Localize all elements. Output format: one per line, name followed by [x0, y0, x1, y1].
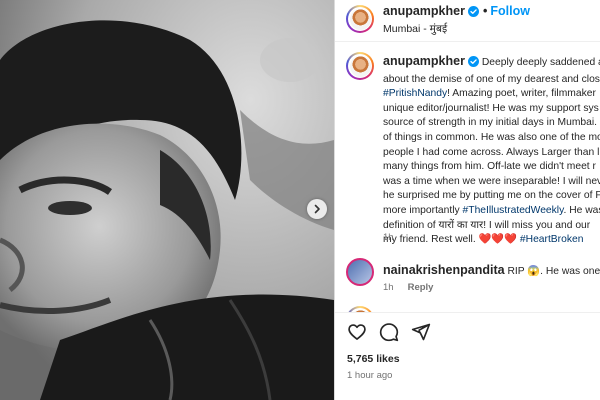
caption-line: he surprised me by putting me on the cov… [383, 190, 600, 202]
post-location[interactable]: Mumbai - मुंबई [383, 22, 447, 36]
caption-line: unique editor/journalist! He was my supp… [383, 102, 599, 114]
caption-line: many things from him. Off-late we didn't… [383, 161, 596, 173]
author-username-row: anupampkher • Follow [383, 4, 530, 20]
like-heart-icon[interactable] [347, 322, 367, 342]
post-sidebar: anupampkher • Follow Mumbai - मुंबई anupam… [334, 0, 600, 400]
black-and-white-portrait-image [0, 0, 334, 400]
caption-username[interactable]: anupampkher [383, 54, 465, 68]
caption-text: my friend. Rest well. [383, 234, 479, 246]
action-icons [347, 322, 431, 342]
caption-line: anupampkher Deeply deeply saddened and s [383, 54, 600, 73]
caption-text: Deeply deeply saddened and s [481, 57, 600, 68]
likes-count[interactable]: 5,765 likes [347, 353, 400, 365]
next-photo-button[interactable] [307, 199, 327, 219]
caption-text: ! Amazing poet, writer, filmmaker [447, 88, 596, 100]
author-username[interactable]: anupampkher [383, 4, 465, 18]
caption-line: people I had come across. Always Larger … [383, 146, 600, 158]
post-caption: anupampkher Deeply deeply saddened and s… [383, 54, 600, 248]
post-header: anupampkher • Follow Mumbai - मुंबई [335, 0, 600, 42]
hashtag-link[interactable]: #TheIllustratedWeekly [463, 205, 564, 216]
follow-button[interactable]: Follow [490, 4, 530, 18]
post-photo [0, 0, 334, 400]
caption-text: . He was [563, 204, 600, 216]
caption-line: my friend. Rest well. ❤️❤️❤️ #HeartBroke… [383, 233, 600, 248]
commenter-avatar[interactable] [346, 258, 374, 286]
caption-line: of things in common. He was also one of … [383, 131, 600, 143]
reply-button[interactable]: Reply [408, 282, 434, 293]
caption-line: about the demise of one of my dearest an… [383, 73, 600, 85]
caption-line: more importantly #TheIllustratedWeekly. … [383, 204, 600, 219]
caption-line: definition of यारों का यार! I will miss … [383, 219, 591, 231]
comment-timestamp[interactable]: 1h [383, 282, 394, 293]
chevron-right-icon [314, 204, 320, 214]
caption-author-avatar[interactable] [346, 52, 374, 80]
hashtag-link[interactable]: #PritishNandy [383, 88, 447, 99]
share-paper-plane-icon[interactable] [411, 322, 431, 342]
post-actions: 5,765 likes 1 hour ago [335, 312, 600, 400]
comment-meta: 1h Reply [383, 282, 433, 293]
caption-text: more importantly [383, 204, 463, 216]
comment-text-row: nainakrishenpandita RIP 😱. He was one of… [383, 263, 600, 277]
verified-badge-icon [467, 56, 479, 73]
commenter-username[interactable]: nainakrishenpandita [383, 263, 505, 277]
post-time[interactable]: 1 hour ago [347, 370, 392, 381]
comment-bubble-icon[interactable] [379, 322, 399, 342]
verified-badge-icon [467, 6, 479, 20]
caption-line: source of strength in my initial days in… [383, 117, 598, 129]
caption-timestamp[interactable]: 1h [383, 232, 394, 243]
comment-text: RIP 😱. He was one of the [507, 266, 600, 277]
separator-dot: • [482, 4, 488, 18]
caption-line: #PritishNandy! Amazing poet, writer, fil… [383, 87, 600, 102]
heart-emojis: ❤️❤️❤️ [478, 234, 518, 246]
hashtag-link[interactable]: #HeartBroken [520, 234, 584, 245]
comments-section: anupampkher Deeply deeply saddened and s… [335, 42, 600, 312]
caption-line: was a time when we were inseparable! I w… [383, 175, 600, 187]
author-avatar[interactable] [346, 5, 374, 33]
